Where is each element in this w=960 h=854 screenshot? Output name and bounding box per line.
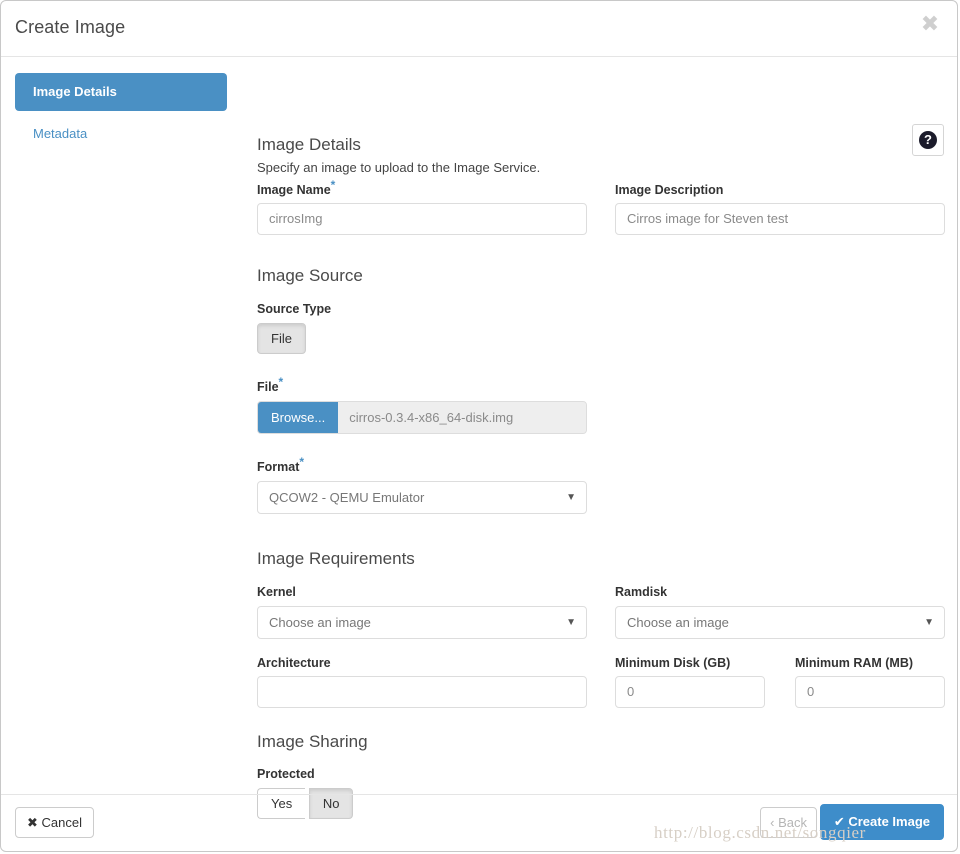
section-image-requirements: Image Requirements Kernel Choose an imag… — [257, 549, 947, 708]
required-star: * — [278, 374, 284, 389]
required-star: * — [330, 177, 336, 192]
field-minimum-ram: Minimum RAM (MB) 0 — [795, 656, 945, 708]
format-select-value: QCOW2 - QEMU Emulator — [269, 490, 425, 505]
section-heading-image-sharing: Image Sharing — [257, 732, 368, 751]
wizard-nav: Image Details Metadata — [15, 73, 227, 157]
source-type-group: File — [257, 323, 306, 354]
image-description-label: Image Description — [615, 183, 724, 197]
kernel-select-value: Choose an image — [269, 615, 371, 630]
image-description-input[interactable]: Cirros image for Steven test — [615, 203, 945, 235]
image-name-label: Image Name* — [257, 177, 336, 197]
field-ramdisk: Ramdisk Choose an image ▼ — [615, 585, 945, 639]
back-button[interactable]: ‹ Back — [760, 807, 817, 838]
chevron-down-icon: ▼ — [566, 492, 576, 503]
format-select[interactable]: QCOW2 - QEMU Emulator ▼ — [257, 481, 587, 514]
protected-label: Protected — [257, 767, 315, 781]
close-x-icon: ✖ — [27, 816, 38, 831]
cancel-button[interactable]: ✖ Cancel — [15, 807, 94, 838]
modal-header: Create Image ✖ — [1, 1, 957, 57]
field-architecture: Architecture — [257, 656, 587, 708]
file-picker[interactable]: Browse... cirros-0.3.4-x86_64-disk.img — [257, 401, 587, 434]
selected-file-name: cirros-0.3.4-x86_64-disk.img — [338, 402, 586, 433]
architecture-input[interactable] — [257, 676, 587, 708]
source-type-label: Source Type — [257, 302, 332, 316]
kernel-label: Kernel — [257, 585, 296, 599]
sidebar-item-image-details[interactable]: Image Details — [15, 73, 227, 111]
section-description-image-details: Specify an image to upload to the Image … — [257, 160, 541, 175]
required-star: * — [299, 454, 305, 469]
create-image-modal: Create Image ✖ Image Details Metadata ? … — [0, 0, 958, 852]
sidebar-item-metadata[interactable]: Metadata — [15, 115, 227, 153]
source-type-option-file[interactable]: File — [257, 323, 306, 354]
check-icon: ✔ — [833, 815, 845, 830]
close-icon[interactable]: ✖ — [919, 14, 941, 36]
section-heading-image-requirements: Image Requirements — [257, 549, 415, 568]
field-minimum-disk: Minimum Disk (GB) 0 — [615, 656, 765, 708]
file-label: File* — [257, 374, 284, 394]
minimum-ram-input[interactable]: 0 — [795, 676, 945, 708]
ramdisk-select-value: Choose an image — [627, 615, 729, 630]
modal-body: Image Details Metadata ? Image Details S… — [1, 57, 957, 819]
chevron-down-icon: ▼ — [566, 617, 576, 628]
section-image-source: Image Source Source Type File File* Brow… — [257, 266, 947, 514]
minimum-disk-label: Minimum Disk (GB) — [615, 656, 731, 670]
field-kernel: Kernel Choose an image ▼ — [257, 585, 587, 639]
modal-footer: ✖ Cancel ‹ Back Next › ✔ Create Image — [1, 794, 957, 851]
ramdisk-select[interactable]: Choose an image ▼ — [615, 606, 945, 639]
page-title: Create Image — [15, 17, 126, 37]
browse-button[interactable]: Browse... — [258, 402, 339, 433]
section-heading-image-source: Image Source — [257, 266, 363, 285]
cancel-button-label: Cancel — [41, 815, 82, 830]
field-image-description: Image Description Cirros image for Steve… — [615, 183, 945, 235]
minimum-ram-label: Minimum RAM (MB) — [795, 656, 914, 670]
chevron-down-icon: ▼ — [924, 617, 934, 628]
image-name-input[interactable]: cirrosImg — [257, 203, 587, 235]
minimum-disk-input[interactable]: 0 — [615, 676, 765, 708]
section-image-details: Image Details Specify an image to upload… — [257, 135, 947, 235]
create-image-button[interactable]: ✔ Create Image — [819, 804, 944, 840]
format-label: Format* — [257, 454, 305, 474]
field-image-name: Image Name* cirrosImg — [257, 177, 587, 235]
architecture-label: Architecture — [257, 656, 331, 670]
ramdisk-label: Ramdisk — [615, 585, 668, 599]
kernel-select[interactable]: Choose an image ▼ — [257, 606, 587, 639]
create-image-button-label: Create Image — [848, 814, 930, 829]
section-heading-image-details: Image Details — [257, 135, 361, 154]
